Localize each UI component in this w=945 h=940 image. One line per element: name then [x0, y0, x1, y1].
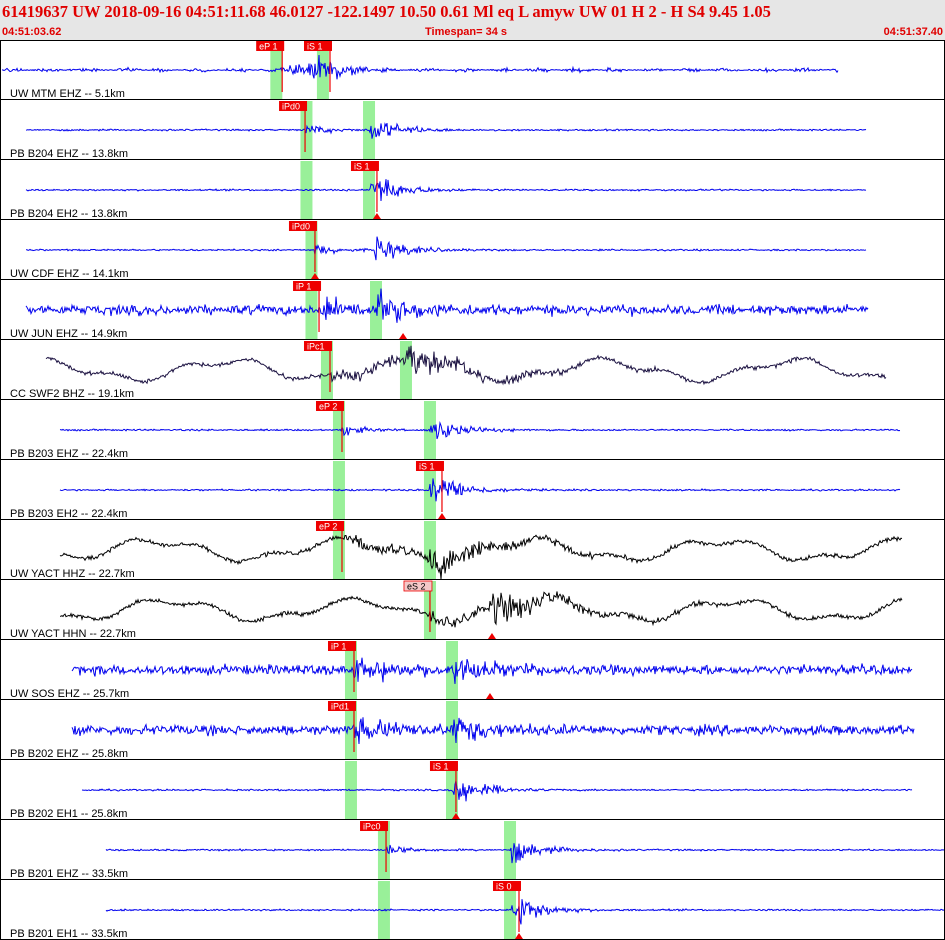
trace-row[interactable]: eP 1 iS 1 UW MTM EHZ -- 5.1km — [0, 41, 945, 100]
trace-row[interactable]: iS 1 PB B202 EH1 -- 25.8km — [0, 761, 945, 820]
waveform-trace — [60, 591, 903, 628]
pick-label: eP 2 — [319, 402, 337, 412]
waveform-trace — [59, 421, 901, 440]
trace-row[interactable]: eS 2 UW YACT HHN -- 22.7km — [0, 580, 945, 640]
pick-label: iS 1 — [354, 162, 370, 172]
trace-station-label: UW CDF EHZ -- 14.1km — [10, 268, 129, 280]
end-time-label: 04:51:37.40 — [883, 26, 943, 38]
waveform-trace — [25, 122, 867, 139]
waveform-trace — [105, 843, 945, 864]
arrival-marker — [399, 333, 408, 339]
arrival-marker — [514, 933, 523, 939]
pick-label: eP 2 — [319, 522, 337, 532]
trace-row[interactable]: iPd0 PB B204 EHZ -- 13.8km — [0, 101, 945, 160]
waveform-trace — [45, 345, 887, 386]
waveform-trace — [81, 780, 913, 802]
timespan-label: Timespan= 34 s — [425, 26, 508, 38]
pick-label: iS 1 — [419, 462, 435, 472]
pick-label: iS 1 — [433, 762, 449, 772]
pick-label: iP 1 — [296, 282, 311, 292]
trace-row[interactable]: iP 1 UW SOS EHZ -- 25.7km — [0, 641, 945, 700]
trace-row[interactable]: iP 1 UW JUN EHZ -- 14.9km — [0, 281, 945, 340]
waveform-trace — [25, 288, 869, 323]
trace-row[interactable]: iS 0 PB B201 EH1 -- 33.5km — [0, 881, 945, 940]
trace-station-label: UW YACT HHZ -- 22.7km — [10, 568, 135, 580]
waveform-trace — [25, 179, 867, 202]
trace-row[interactable]: eP 2 PB B203 EHZ -- 22.4km — [0, 401, 945, 460]
trace-station-label: PB B203 EHZ -- 22.4km — [10, 448, 128, 460]
trace-station-label: PB B204 EH2 -- 13.8km — [10, 208, 127, 220]
event-header: 61419637 UW 2018-09-16 04:51:11.68 46.01… — [0, 0, 945, 40]
trace-station-label: PB B201 EHZ -- 33.5km — [10, 868, 128, 880]
trace-row[interactable]: eP 2 UW YACT HHZ -- 22.7km — [0, 521, 945, 580]
seismogram-panel[interactable]: eP 1 iS 1 UW MTM EHZ -- 5.1km iPd0 PB B204 E… — [0, 40, 945, 940]
pick-label: iPc0 — [363, 822, 381, 832]
waveform-trace — [59, 534, 903, 580]
trace-row[interactable]: iS 1 PB B203 EH2 -- 22.4km — [0, 461, 945, 520]
pick-label: eP 1 — [259, 42, 277, 52]
trace-station-label: UW YACT HHN -- 22.7km — [10, 628, 136, 640]
trace-station-label: CC SWF2 BHZ -- 19.1km — [10, 388, 134, 400]
pick-label: iP 1 — [331, 642, 346, 652]
waveform-trace — [71, 657, 913, 684]
trace-station-label: PB B203 EH2 -- 22.4km — [10, 508, 127, 520]
waveform-trace — [105, 899, 945, 925]
trace-station-label: PB B202 EHZ -- 25.8km — [10, 748, 128, 760]
waveform-trace — [26, 236, 867, 261]
event-summary-title: 61419637 UW 2018-09-16 04:51:11.68 46.01… — [2, 2, 771, 21]
waveform-trace — [71, 717, 915, 745]
trace-station-label: PB B204 EHZ -- 13.8km — [10, 148, 128, 160]
trace-station-label: UW MTM EHZ -- 5.1km — [10, 88, 125, 100]
arrival-marker — [485, 693, 494, 699]
waveform-trace — [1, 54, 839, 80]
trace-station-label: PB B201 EH1 -- 33.5km — [10, 928, 127, 940]
trace-station-label: PB B202 EH1 -- 25.8km — [10, 808, 127, 820]
pick-label: iPd1 — [331, 702, 349, 712]
trace-row[interactable]: iPd1 PB B202 EHZ -- 25.8km — [0, 701, 945, 760]
pick-label: iS 1 — [307, 42, 323, 52]
arrival-marker — [437, 513, 446, 519]
pick-label: iPd0 — [282, 102, 300, 112]
arrival-marker — [487, 633, 496, 639]
pick-label: eS 2 — [407, 582, 426, 592]
trace-row[interactable]: iPc1 CC SWF2 BHZ -- 19.1km — [0, 341, 945, 400]
pick-label: iS 0 — [496, 882, 512, 892]
pick-label: iPd0 — [292, 222, 310, 232]
start-time-label: 04:51:03.62 — [2, 26, 62, 38]
trace-row[interactable]: iS 1 PB B204 EH2 -- 13.8km — [0, 161, 945, 220]
trace-row[interactable]: iPc0 PB B201 EHZ -- 33.5km — [0, 821, 945, 880]
trace-row[interactable]: iPd0 UW CDF EHZ -- 14.1km — [0, 221, 945, 280]
pick-label: iPc1 — [307, 342, 325, 352]
trace-station-label: UW SOS EHZ -- 25.7km — [10, 688, 129, 700]
trace-station-label: UW JUN EHZ -- 14.9km — [10, 328, 127, 340]
waveform-trace — [59, 478, 901, 502]
